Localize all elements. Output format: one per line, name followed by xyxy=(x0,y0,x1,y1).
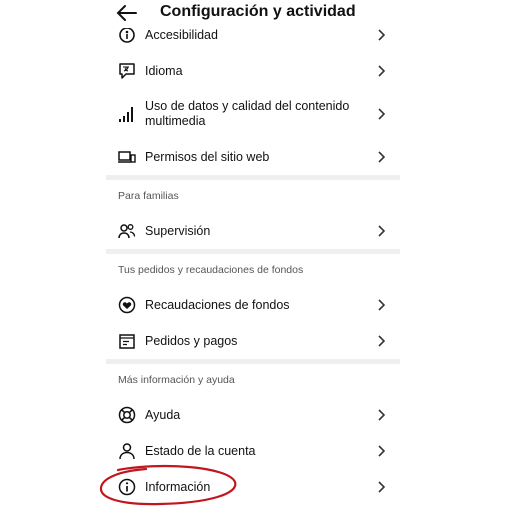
menu-item-label: Permisos del sitio web xyxy=(145,150,270,164)
menu-item-label: Recaudaciones de fondos xyxy=(145,298,290,312)
settings-panel: Accesibilidad Configuración y actividad … xyxy=(106,0,400,506)
section-heading-ayuda: Más información y ayuda xyxy=(118,374,235,386)
section-divider xyxy=(106,249,400,254)
menu-item-label: Ayuda xyxy=(145,408,181,422)
chevron-right-icon xyxy=(377,409,386,421)
menu-item-label: Pedidos y pagos xyxy=(145,334,238,348)
chevron-right-icon xyxy=(377,335,386,347)
person-icon xyxy=(118,442,136,460)
menu-item-idioma[interactable]: Idioma xyxy=(106,53,400,89)
chevron-right-icon xyxy=(377,65,386,77)
section-heading-pedidos: Tus pedidos y recaudaciones de fondos xyxy=(118,264,304,276)
section-divider xyxy=(106,359,400,364)
people-icon xyxy=(118,222,136,240)
chevron-right-icon xyxy=(377,481,386,493)
arrow-left-icon[interactable] xyxy=(116,4,138,22)
section-divider xyxy=(106,175,400,180)
chevron-right-icon xyxy=(377,108,386,120)
menu-item-recaudaciones[interactable]: Recaudaciones de fondos xyxy=(106,287,400,323)
menu-item-label: Accesibilidad xyxy=(145,28,218,42)
language-icon xyxy=(118,62,136,80)
info-icon xyxy=(118,478,136,496)
menu-item-ayuda[interactable]: Ayuda xyxy=(106,397,400,433)
lifebuoy-icon xyxy=(118,406,136,424)
orders-icon xyxy=(118,332,136,350)
section-heading-familias: Para familias xyxy=(118,190,179,202)
menu-item-estado-cuenta[interactable]: Estado de la cuenta xyxy=(106,433,400,469)
menu-item-label: Supervisión xyxy=(145,224,211,238)
chevron-right-icon xyxy=(377,225,386,237)
menu-item-pedidos-pagos[interactable]: Pedidos y pagos xyxy=(106,323,400,359)
chevron-right-icon xyxy=(377,299,386,311)
top-bar: Configuración y actividad xyxy=(106,0,400,28)
menu-item-label: Uso de datos y calidad del contenido mul… xyxy=(145,99,350,128)
chevron-right-icon xyxy=(377,445,386,457)
menu-item-label: Idioma xyxy=(145,64,183,78)
devices-icon xyxy=(118,148,136,166)
menu-item-uso-datos[interactable]: Uso de datos y calidad del contenido mul… xyxy=(106,94,400,134)
chevron-right-icon xyxy=(377,151,386,163)
menu-item-permisos[interactable]: Permisos del sitio web xyxy=(106,139,400,175)
page-title: Configuración y actividad xyxy=(160,3,356,20)
menu-item-supervision[interactable]: Supervisión xyxy=(106,213,400,249)
signal-bars-icon xyxy=(118,105,136,123)
chevron-right-icon xyxy=(377,29,386,41)
fundraiser-icon xyxy=(118,296,136,314)
menu-item-informacion[interactable]: Información xyxy=(106,469,400,505)
accessibility-icon xyxy=(118,26,136,44)
menu-item-label: Información xyxy=(145,480,211,494)
menu-item-label: Estado de la cuenta xyxy=(145,444,256,458)
